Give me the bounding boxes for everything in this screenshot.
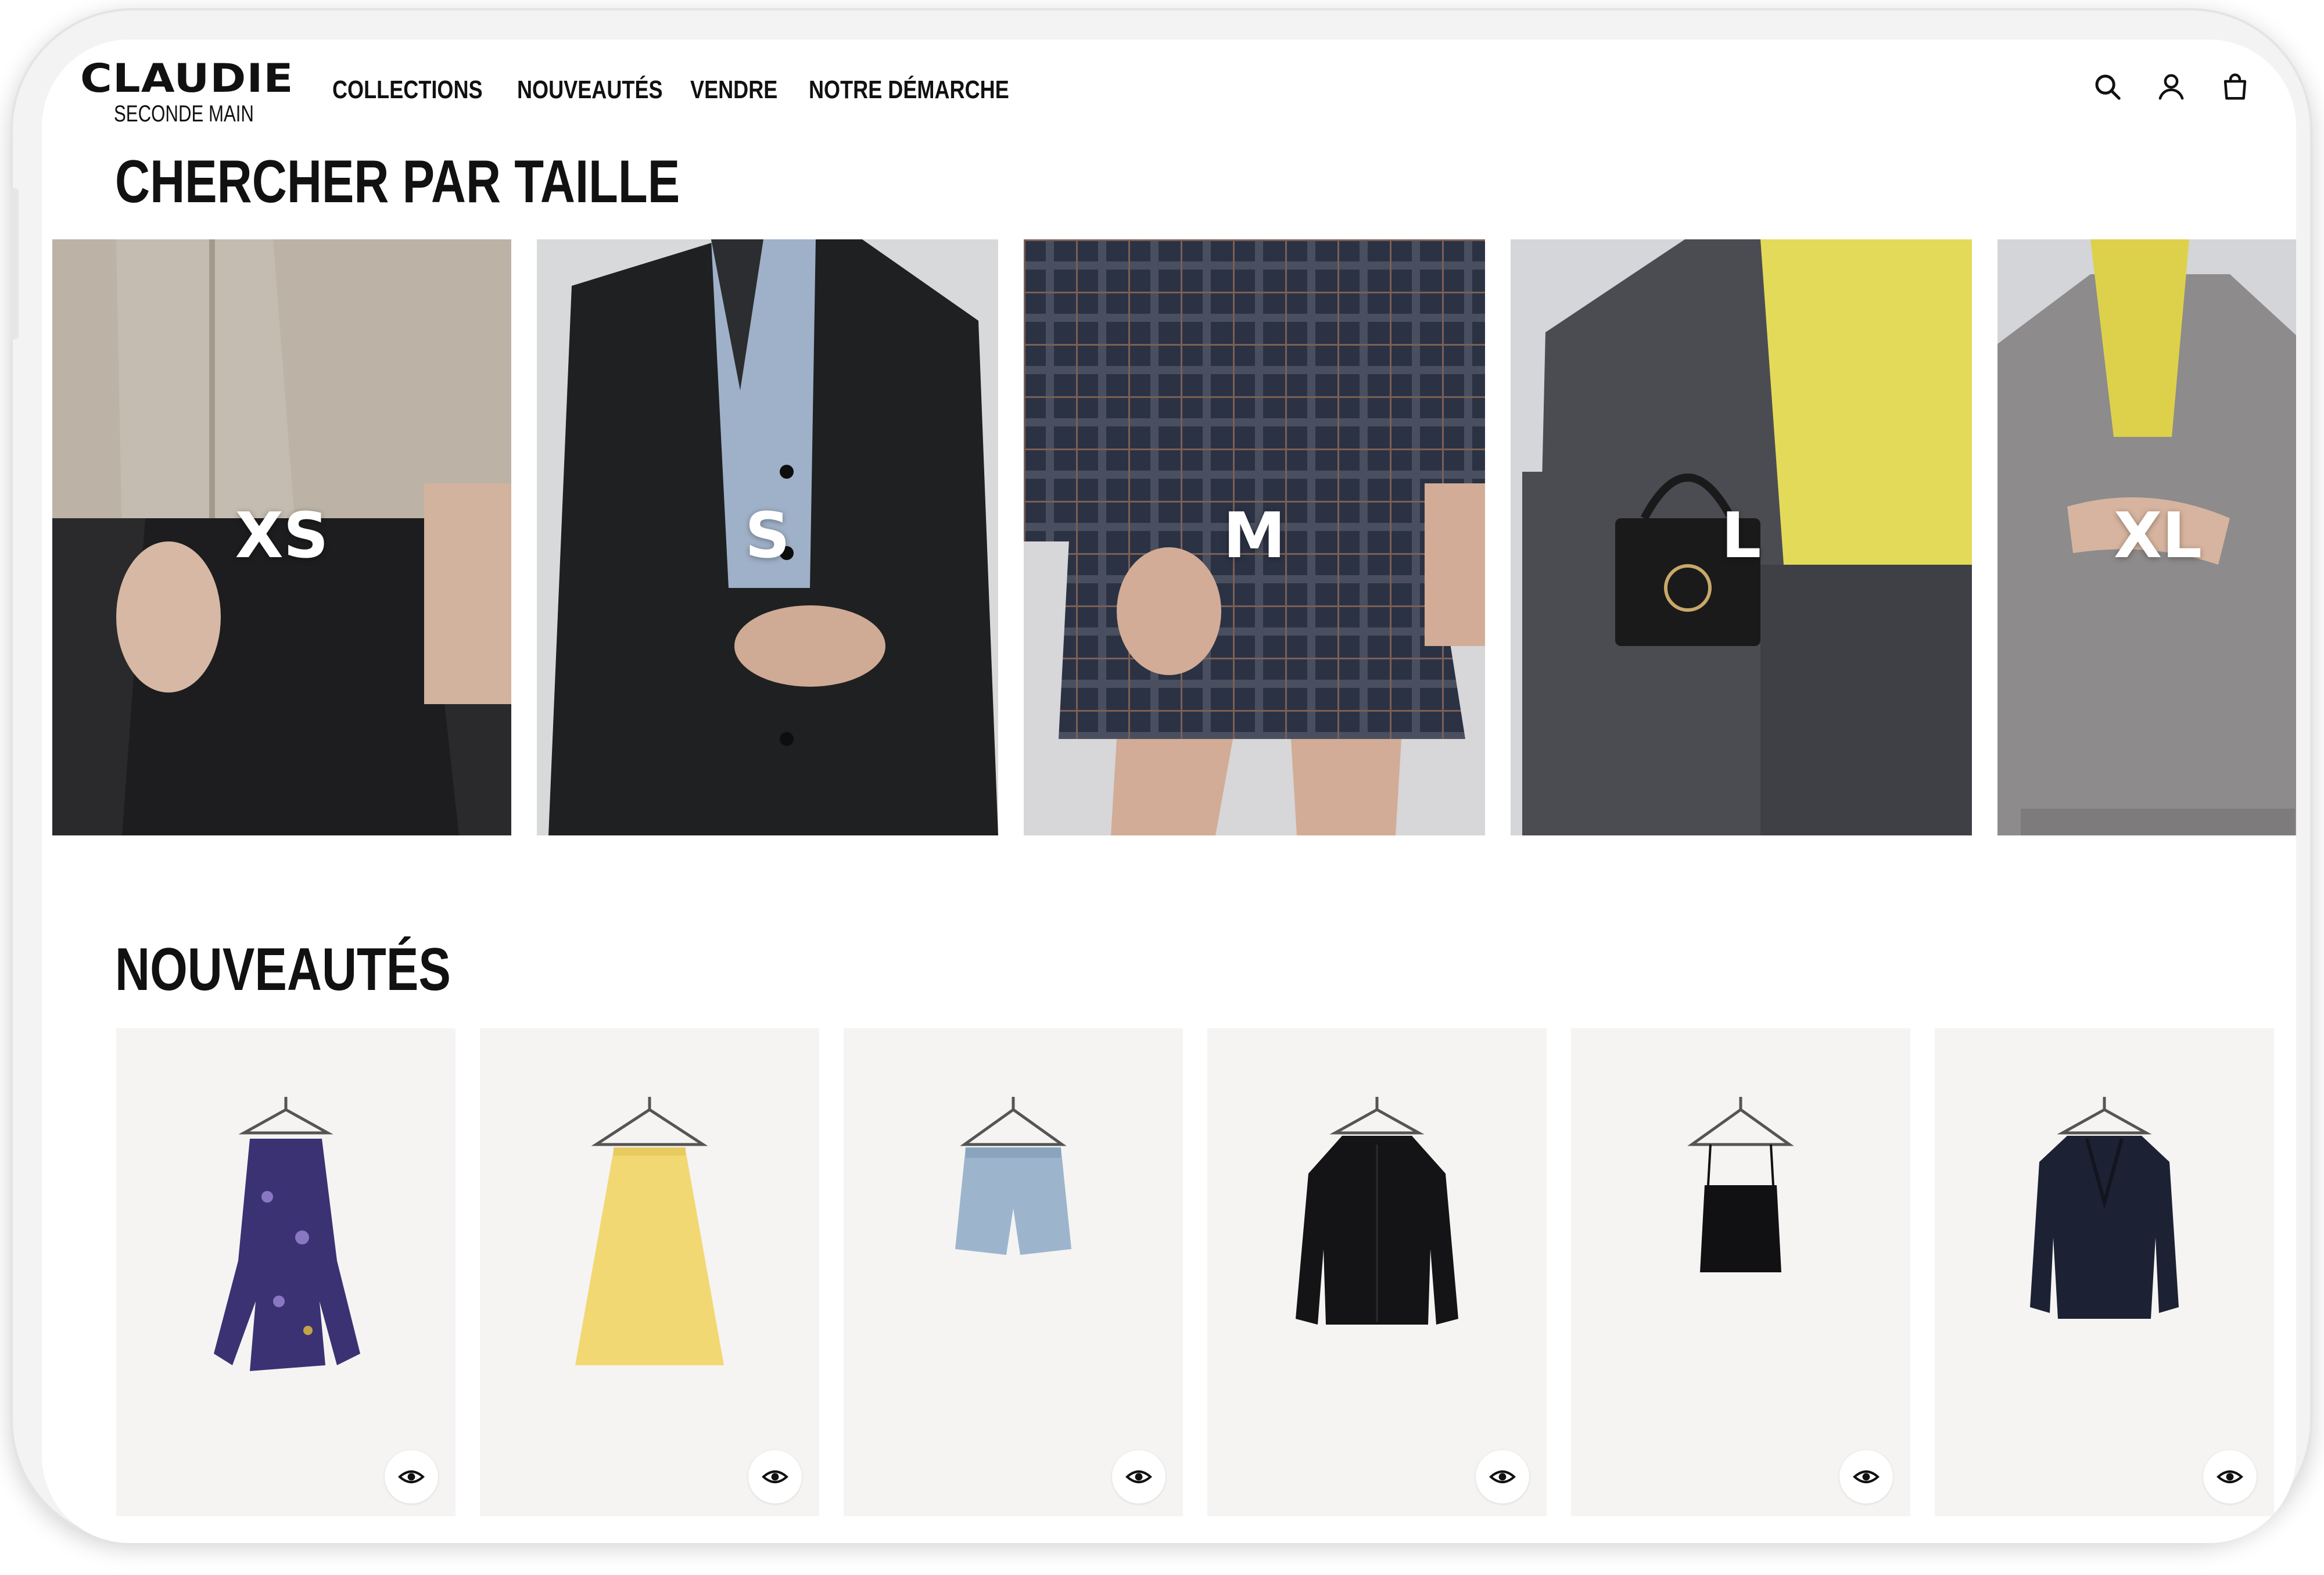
size-tile-m[interactable]: M [1024,239,1485,835]
quick-view-button[interactable] [748,1450,802,1504]
quick-view-button[interactable] [1112,1450,1165,1504]
nav-item-collections[interactable]: COLLECTIONS [332,76,483,105]
product-photo-short [955,1097,1071,1255]
quick-view-button[interactable] [385,1450,438,1504]
product-card-jupe[interactable] [480,1028,819,1516]
size-grid: XS S M L XL [52,239,2296,835]
product-photo-robe [214,1097,360,1371]
tablet-frame: CLAUDIE SECONDE MAIN COLLECTIONS NOUVEAU… [10,8,2312,1543]
size-label-xl: XL [2113,500,2203,572]
product-photo-jupe [575,1097,724,1365]
shopping-bag-icon[interactable] [2219,71,2251,102]
product-card-debardeur[interactable] [1571,1028,1910,1516]
account-icon[interactable] [2156,71,2187,102]
size-tile-xs[interactable]: XS [52,239,511,835]
size-section-title: CHERCHER PAR TAILLE [115,148,680,216]
quick-view-button[interactable] [1476,1450,1529,1504]
eye-icon [1853,1470,1880,1483]
product-photo-cardigan [1296,1097,1458,1325]
main-nav: COLLECTIONS NOUVEAUTÉS VENDRE NOTRE DÉMA… [332,76,1009,105]
size-label-s: S [745,500,790,572]
quick-view-button[interactable] [1839,1450,1893,1504]
eye-icon [1489,1470,1516,1483]
product-photo-blazer [2030,1097,2179,1319]
brand-name: CLAUDIE [80,56,294,102]
product-card-robe[interactable] [116,1028,456,1516]
nav-item-notre-demarche[interactable]: NOTRE DÉMARCHE [809,76,1009,105]
brand-tagline: SECONDE MAIN [114,101,254,127]
product-photo-debardeur [1687,1097,1794,1272]
eye-icon [1125,1470,1152,1483]
product-card-short[interactable] [844,1028,1183,1516]
search-icon[interactable] [2092,71,2123,102]
size-tile-xl[interactable]: XL [1997,239,2296,835]
eye-icon [2217,1470,2243,1483]
brand-logo[interactable]: CLAUDIE SECONDE MAIN [80,59,293,127]
new-section-title: NOUVEAUTÉS [115,936,451,1003]
quick-view-button[interactable] [2203,1450,2257,1504]
size-tile-s[interactable]: S [537,239,998,835]
header-actions [2092,71,2251,102]
nav-item-nouveautes[interactable]: NOUVEAUTÉS [517,76,663,105]
device-side-button [10,188,19,339]
size-label-l: L [1721,500,1762,572]
size-label-m: M [1223,500,1286,572]
browser-screen: CLAUDIE SECONDE MAIN COLLECTIONS NOUVEAU… [42,40,2296,1543]
size-label-xs: XS [235,500,329,572]
product-card-blazer[interactable] [1935,1028,2274,1516]
eye-icon [398,1470,425,1483]
size-tile-l[interactable]: L [1511,239,1972,835]
eye-icon [762,1470,788,1483]
nav-item-vendre[interactable]: VENDRE [690,76,777,105]
product-card-cardigan[interactable] [1207,1028,1547,1516]
